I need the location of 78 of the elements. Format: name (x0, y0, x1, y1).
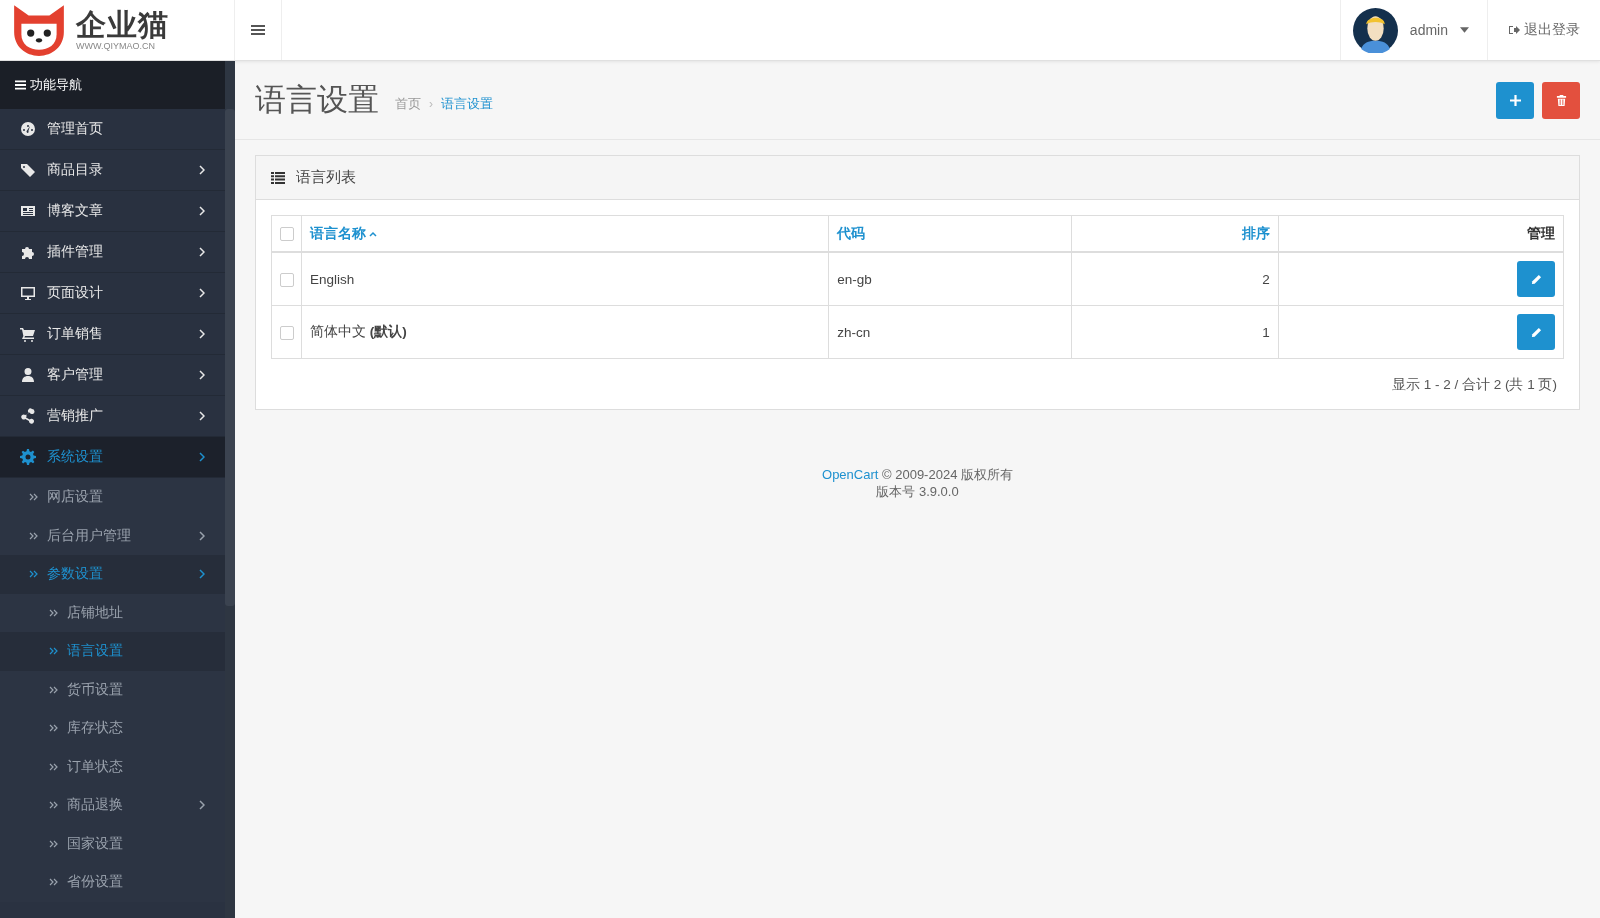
sidebar-item[interactable]: 系统设置 (0, 437, 225, 478)
chevron-right-icon (199, 165, 205, 175)
chevron-right-icon (199, 370, 205, 380)
share-icon (20, 408, 36, 424)
menu-toggle-button[interactable] (235, 0, 282, 60)
scrollbar[interactable] (225, 109, 235, 606)
menu-icon[interactable] (251, 24, 265, 36)
cart-icon (20, 326, 36, 342)
double-chevron-icon (49, 878, 58, 887)
chevron-right-icon (199, 247, 205, 257)
chevron-right-icon (199, 569, 205, 580)
checkbox[interactable] (279, 325, 294, 340)
chevron-right-icon (199, 411, 205, 421)
column-sort-link[interactable]: 排序 (1241, 224, 1270, 243)
panel-title: 语言列表 (296, 168, 356, 187)
chevron-right-icon (199, 329, 205, 339)
breadcrumb-separator: › (429, 97, 433, 111)
user-icon (20, 367, 36, 383)
column-sort-link[interactable]: 代码 (837, 224, 866, 243)
double-chevron-icon (49, 608, 58, 617)
table-cell: 2 (1262, 271, 1270, 287)
column-header: 管理 (1527, 224, 1555, 243)
chevron-right-icon (199, 530, 205, 541)
plus-icon[interactable] (1509, 94, 1521, 106)
newspaper-icon (20, 203, 36, 219)
add-button[interactable] (1496, 81, 1534, 119)
breadcrumb-link[interactable]: 语言设置 (441, 95, 493, 113)
sort-up-icon[interactable] (369, 230, 377, 237)
chevron-right-icon (199, 206, 205, 216)
double-chevron-icon (49, 724, 58, 733)
pencil-icon[interactable] (1530, 326, 1542, 338)
double-chevron-icon (29, 493, 38, 502)
table-cell: 简体中文 (默认) (310, 324, 407, 339)
table-cell: zh-cn (837, 324, 871, 340)
avatar-icon[interactable] (1352, 7, 1398, 53)
pagination-summary: 显示 1 - 2 / 合计 2 (共 1 页) (1391, 377, 1557, 392)
checkbox[interactable] (279, 227, 294, 242)
double-chevron-icon (29, 570, 38, 579)
edit-button[interactable] (1517, 261, 1555, 297)
logo-text: 企业猫 (76, 9, 169, 40)
edit-button[interactable] (1517, 314, 1555, 350)
table-cell: en-gb (837, 271, 872, 287)
double-chevron-icon (49, 762, 58, 771)
checkbox[interactable] (279, 272, 294, 287)
tags-icon (20, 162, 36, 178)
list-icon (271, 171, 285, 184)
menu-icon (15, 80, 26, 90)
chevron-right-icon (199, 288, 205, 298)
submenu-item[interactable]: 参数设置 (0, 555, 225, 594)
nav-title: 功能导航 (30, 76, 82, 94)
table-cell: English (310, 271, 355, 287)
table-cell: 1 (1262, 324, 1270, 340)
version-text: 版本号 3.9.0.0 (875, 483, 960, 500)
chevron-right-icon (199, 452, 205, 462)
dashboard-icon (20, 121, 36, 137)
chevron-right-icon (199, 800, 205, 811)
settings-icon (20, 449, 36, 465)
double-chevron-icon (49, 685, 58, 694)
double-chevron-icon (49, 839, 58, 848)
pencil-icon[interactable] (1530, 273, 1542, 285)
trash-icon[interactable] (1555, 94, 1567, 106)
double-chevron-icon (49, 647, 58, 656)
delete-button[interactable] (1542, 81, 1580, 119)
column-sort-link[interactable]: 语言名称 (310, 224, 377, 243)
monitor-icon (20, 285, 36, 301)
opencart-link[interactable]: OpenCart (822, 467, 879, 482)
submenu-item[interactable]: 语言设置 (0, 632, 225, 671)
logo-url: WWW.QIYMAO.CN (76, 41, 156, 51)
breadcrumb-link[interactable]: 首页 (395, 95, 421, 113)
copyright-text: © 2009-2024 版权所有 (881, 467, 1013, 482)
double-chevron-icon (29, 531, 38, 540)
logout-link[interactable]: 退出登录 (1487, 0, 1600, 60)
sign-out-icon[interactable] (1508, 25, 1520, 35)
double-chevron-icon (49, 801, 58, 810)
caret-icon[interactable] (1460, 27, 1469, 33)
username-dropdown[interactable]: admin (1409, 22, 1448, 38)
puzzle-icon (20, 244, 36, 260)
page-title: 语言设置 (255, 81, 379, 119)
